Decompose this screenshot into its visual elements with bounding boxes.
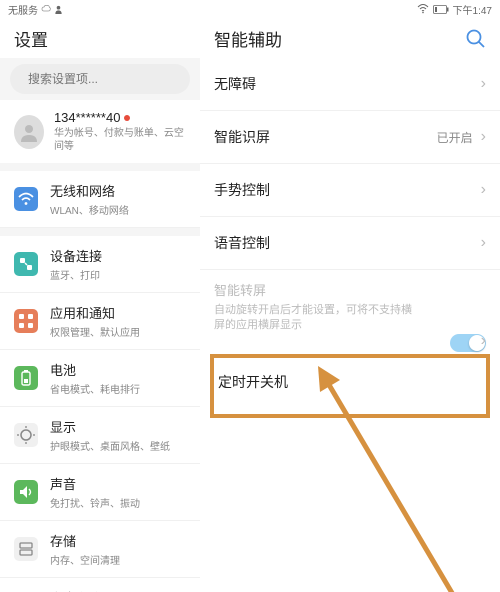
search-icon[interactable] bbox=[464, 27, 486, 49]
search-field[interactable] bbox=[28, 72, 183, 86]
chevron-right-icon: › bbox=[481, 332, 486, 350]
sidebar-item-connection[interactable]: 设备连接 蓝牙、打印 bbox=[0, 236, 200, 293]
sidebar-item-sound[interactable]: 声音 免打扰、铃声、振动 bbox=[0, 464, 200, 521]
item-sub: 蓝牙、打印 bbox=[50, 267, 102, 282]
person-icon bbox=[54, 5, 63, 14]
item-title: 应用和通知 bbox=[50, 303, 140, 322]
chevron-right-icon: › bbox=[481, 181, 486, 199]
chevron-right-icon: › bbox=[481, 128, 486, 146]
sound-icon bbox=[14, 480, 38, 504]
assist-item-title: 手势控制 bbox=[214, 180, 270, 200]
search-input[interactable] bbox=[10, 64, 190, 94]
assist-item[interactable]: 手势控制 › bbox=[200, 164, 500, 217]
assist-header: 智能辅助 bbox=[214, 26, 282, 51]
status-bar: 无服务 下午1:47 bbox=[0, 0, 500, 18]
assist-item[interactable]: 智能识屏 已开启 › bbox=[200, 111, 500, 164]
item-sub: 免打扰、铃声、振动 bbox=[50, 495, 140, 510]
carrier-label: 无服务 bbox=[8, 2, 38, 17]
item-title: 设备连接 bbox=[50, 246, 102, 265]
smart-rotate-item: 智能转屏 自动旋转开启后才能设置，可将不支持横屏的应用横屏显示 bbox=[200, 270, 500, 348]
sidebar-item-storage[interactable]: 存储 内存、空间清理 bbox=[0, 521, 200, 578]
item-title: 显示 bbox=[50, 417, 170, 436]
left-panel: 设置 134******40 华为帐号、付款与账单、云空间等 无线和网络 WLA… bbox=[0, 18, 200, 592]
storage-icon bbox=[14, 537, 38, 561]
item-title: 安全和隐私 bbox=[50, 588, 186, 592]
assist-item[interactable]: 语音控制 › bbox=[200, 217, 500, 270]
item-title: 电池 bbox=[50, 360, 140, 379]
sidebar-item-security[interactable]: 安全和隐私 人脸解锁、锁屏和密码、学生模式 bbox=[0, 578, 200, 592]
battery-icon bbox=[433, 5, 449, 14]
item-sub: WLAN、移动网络 bbox=[50, 202, 129, 217]
account-sub: 华为帐号、付款与账单、云空间等 bbox=[54, 127, 186, 153]
wifi-icon bbox=[14, 187, 38, 211]
assist-item-title: 智能识屏 bbox=[214, 127, 270, 147]
assist-item-title: 语音控制 bbox=[214, 233, 270, 253]
avatar bbox=[14, 115, 44, 149]
sidebar-item-wifi[interactable]: 无线和网络 WLAN、移动网络 bbox=[0, 171, 200, 228]
right-panel: 智能辅助 无障碍 › 智能识屏 已开启 › 手势控制 › 语音控 bbox=[200, 18, 500, 592]
connection-icon bbox=[14, 252, 38, 276]
item-sub: 内存、空间清理 bbox=[50, 552, 120, 567]
item-sub: 护眼模式、桌面风格、壁纸 bbox=[50, 438, 170, 453]
display-icon bbox=[14, 423, 38, 447]
chevron-right-icon: › bbox=[481, 234, 486, 252]
scheduled-power-title: 定时开关机 bbox=[218, 372, 288, 392]
item-title: 无线和网络 bbox=[50, 181, 129, 200]
settings-header: 设置 bbox=[0, 18, 200, 58]
highlight-box: 定时开关机 bbox=[210, 354, 490, 418]
account-phone: 134******40 bbox=[54, 110, 121, 125]
account-row[interactable]: 134******40 华为帐号、付款与账单、云空间等 bbox=[0, 100, 200, 163]
item-sub: 省电模式、耗电排行 bbox=[50, 381, 140, 396]
sidebar-item-display[interactable]: 显示 护眼模式、桌面风格、壁纸 bbox=[0, 407, 200, 464]
apps-icon bbox=[14, 309, 38, 333]
assist-item-title: 无障碍 bbox=[214, 74, 256, 94]
item-title: 声音 bbox=[50, 474, 140, 493]
assist-item-status: 已开启 bbox=[437, 129, 473, 146]
notification-dot bbox=[124, 115, 130, 121]
battery-icon bbox=[14, 366, 38, 390]
scheduled-power-item[interactable]: 定时开关机 bbox=[214, 358, 486, 414]
sidebar-item-apps[interactable]: 应用和通知 权限管理、默认应用 bbox=[0, 293, 200, 350]
smart-rotate-title: 智能转屏 bbox=[214, 280, 486, 299]
item-sub: 权限管理、默认应用 bbox=[50, 324, 140, 339]
item-title: 存储 bbox=[50, 531, 120, 550]
assist-item[interactable]: 无障碍 › bbox=[200, 58, 500, 111]
time-label: 下午1:47 bbox=[453, 2, 492, 17]
wifi-icon bbox=[417, 4, 429, 14]
chevron-right-icon: › bbox=[481, 75, 486, 93]
smart-rotate-sub: 自动旋转开启后才能设置，可将不支持横屏的应用横屏显示 bbox=[214, 303, 414, 334]
sidebar-item-battery[interactable]: 电池 省电模式、耗电排行 bbox=[0, 350, 200, 407]
cloud-icon bbox=[41, 4, 51, 14]
